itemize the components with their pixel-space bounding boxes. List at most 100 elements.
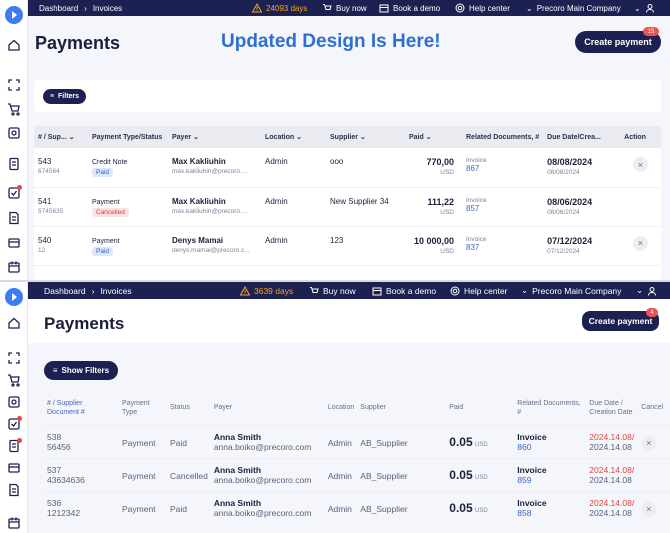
- col-payer[interactable]: Payer ⌄: [168, 126, 261, 148]
- row-paid: 0.05 USD: [446, 424, 515, 458]
- payment-icon[interactable]: [7, 236, 21, 250]
- table-row[interactable]: 543 674564 Credit Note Paid Max Kakliuhin max…: [34, 148, 661, 188]
- close-icon[interactable]: ×: [633, 157, 649, 172]
- row-supplier: 123: [326, 226, 405, 266]
- payments-table: # / Supplier Document # Payment Type Sta…: [44, 391, 670, 524]
- row-related-doc[interactable]: Invoice 867: [462, 148, 544, 188]
- precoro-logo[interactable]: [5, 288, 23, 306]
- user-menu[interactable]: ⌄: [634, 0, 655, 16]
- row-number[interactable]: 538 56456: [44, 424, 119, 458]
- cart-icon[interactable]: [7, 373, 21, 387]
- table-row[interactable]: 540 12 Payment Paid Denys Mamai denys.mamai@p…: [34, 226, 661, 266]
- scan-icon[interactable]: [7, 351, 21, 365]
- help-center-link[interactable]: Help center: [450, 282, 507, 299]
- col-supplier[interactable]: Supplier: [357, 391, 446, 425]
- trial-days[interactable]: 3639 days: [240, 282, 293, 299]
- col-number[interactable]: # / Supplier Document #: [44, 391, 119, 425]
- close-icon[interactable]: ×: [641, 501, 657, 517]
- precoro-logo[interactable]: [5, 6, 23, 24]
- row-number[interactable]: 543 674564: [34, 148, 88, 188]
- home-icon[interactable]: [7, 38, 21, 52]
- row-number[interactable]: 540 12: [34, 226, 88, 266]
- calendar-icon[interactable]: [7, 260, 21, 274]
- row-status: Paid: [167, 490, 211, 524]
- top-bar: Dashboard › Invoices 3639 days Buy now B…: [28, 282, 670, 299]
- company-selector[interactable]: ⌄ Precoro Main Company: [521, 282, 621, 299]
- related-doc-link[interactable]: 837: [466, 243, 479, 252]
- row-action[interactable]: ×: [620, 226, 661, 266]
- buy-now-link[interactable]: Buy now: [322, 0, 367, 16]
- related-doc-link[interactable]: 867: [466, 164, 479, 173]
- table-row[interactable]: 537 43634636 Payment Cancelled Anna Smith ann…: [44, 457, 670, 491]
- col-related-documents[interactable]: Related Documents, #: [514, 391, 586, 425]
- table-row[interactable]: 536 1212342 Payment Paid Anna Smith anna.boik…: [44, 490, 670, 524]
- table-row[interactable]: 541 5745635 Payment Cancelled Max Kakliuhin m…: [34, 187, 661, 227]
- invoice-icon[interactable]: [7, 211, 21, 225]
- breadcrumb-invoices[interactable]: Invoices: [100, 286, 131, 296]
- filter-icon: ≡: [52, 366, 58, 375]
- col-number[interactable]: # / Sup... ⌄: [34, 126, 88, 148]
- row-action[interactable]: ×: [638, 490, 670, 524]
- row-related-doc[interactable]: Invoice 860: [514, 424, 587, 458]
- home-icon[interactable]: [7, 316, 21, 330]
- close-icon[interactable]: ×: [633, 235, 649, 251]
- col-supplier[interactable]: Supplier ⌄: [326, 126, 405, 148]
- settings-doc-icon[interactable]: [7, 395, 21, 409]
- related-doc-link[interactable]: 860: [517, 442, 531, 452]
- col-payment-type[interactable]: Payment Type: [119, 391, 167, 425]
- show-filters-button[interactable]: ≡ Show Filters: [44, 361, 118, 380]
- col-due-date[interactable]: Due Date / Creation Date: [586, 391, 638, 425]
- breadcrumb-dashboard[interactable]: Dashboard: [39, 4, 78, 13]
- col-paid[interactable]: Paid ⌄: [405, 126, 462, 148]
- row-related-doc[interactable]: Invoice 859: [514, 457, 587, 491]
- trial-days[interactable]: 24093 days: [252, 0, 307, 16]
- related-doc-link[interactable]: 859: [517, 475, 531, 485]
- related-doc-link[interactable]: 857: [466, 204, 479, 213]
- checklist-icon[interactable]: [7, 185, 22, 200]
- filters-button[interactable]: ≡ Filters: [43, 89, 86, 104]
- row-related-doc[interactable]: Invoice 858: [514, 490, 587, 524]
- calendar-icon: [372, 287, 382, 295]
- table-row[interactable]: 538 56456 Payment Paid Anna Smith anna.boiko@…: [44, 424, 670, 458]
- col-location[interactable]: Location ⌄: [261, 126, 326, 148]
- cart-icon[interactable]: [7, 102, 21, 116]
- book-demo-link[interactable]: Book a demo: [372, 282, 436, 299]
- row-supplier: AB_Supplier: [357, 457, 447, 491]
- payment-icon[interactable]: [7, 461, 21, 475]
- row-type: Payment Paid: [88, 226, 168, 266]
- row-related-doc[interactable]: Invoice 837: [462, 226, 544, 266]
- company-selector[interactable]: ⌄ Precoro Main Company: [526, 0, 621, 16]
- row-action[interactable]: ×: [620, 148, 661, 188]
- invoice-icon[interactable]: [7, 483, 21, 497]
- col-payment-type[interactable]: Payment Type/Status: [88, 126, 168, 148]
- buy-now-link[interactable]: Buy now: [309, 282, 356, 299]
- receipt-icon[interactable]: [7, 438, 22, 453]
- row-number[interactable]: 536 1212342: [44, 490, 119, 524]
- breadcrumb-dashboard[interactable]: Dashboard: [44, 286, 86, 296]
- col-status[interactable]: Status: [167, 391, 211, 425]
- row-action[interactable]: [638, 457, 670, 491]
- scan-icon[interactable]: [7, 78, 21, 92]
- row-related-doc[interactable]: Invoice 857: [462, 187, 544, 227]
- row-number[interactable]: 541 5745635: [34, 187, 88, 227]
- row-action[interactable]: ×: [638, 424, 670, 458]
- row-due-date: 08/08/2024 08/08/2024: [543, 148, 621, 188]
- col-due-date[interactable]: Due Date/Crea...: [543, 126, 621, 148]
- settings-doc-icon[interactable]: [7, 126, 21, 140]
- row-number[interactable]: 537 43634636: [44, 457, 119, 491]
- calendar-icon[interactable]: [7, 516, 21, 530]
- related-doc-link[interactable]: 858: [517, 508, 531, 518]
- row-location: Admin: [261, 148, 326, 188]
- col-location[interactable]: Location: [325, 391, 357, 425]
- col-related-documents[interactable]: Related Documents, #: [462, 126, 544, 148]
- receipt-icon[interactable]: [7, 157, 21, 171]
- row-action[interactable]: [620, 187, 661, 227]
- col-paid[interactable]: Paid: [446, 391, 514, 425]
- col-payer[interactable]: Payer: [211, 391, 325, 425]
- checklist-icon[interactable]: [7, 416, 22, 431]
- breadcrumb-invoices[interactable]: Invoices: [93, 4, 122, 13]
- help-center-link[interactable]: Help center: [455, 0, 510, 16]
- user-menu[interactable]: ⌄: [636, 282, 657, 299]
- close-icon[interactable]: ×: [641, 435, 657, 451]
- book-demo-link[interactable]: Book a demo: [379, 0, 440, 16]
